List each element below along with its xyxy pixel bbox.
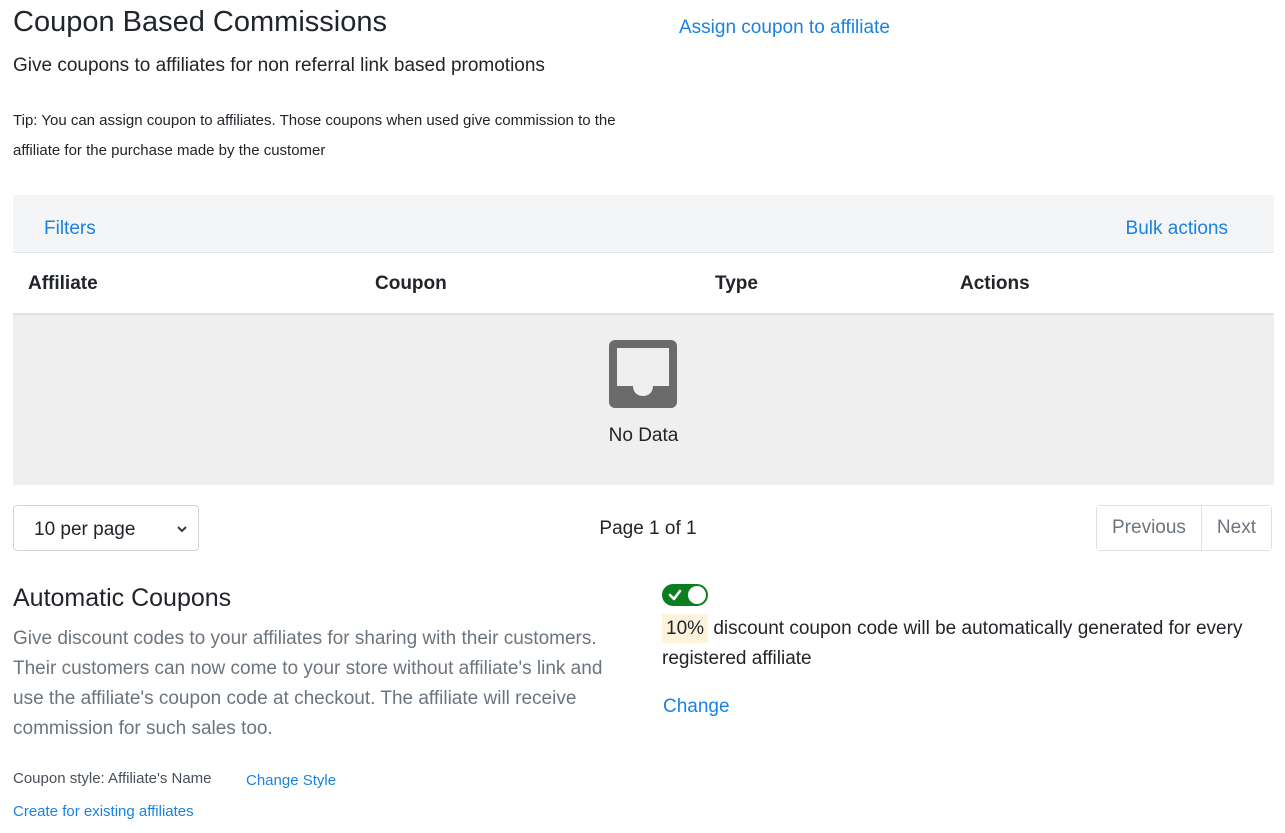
bulk-actions-link[interactable]: Bulk actions [1126,218,1228,240]
per-page-select[interactable]: 10 per page [13,505,199,551]
assign-coupon-link[interactable]: Assign coupon to affiliate [679,17,890,39]
page-title: Coupon Based Commissions [13,6,387,38]
pagination-controls: Previous Next [1096,505,1272,551]
empty-state: No Data [13,315,1274,485]
per-page-value: 10 per page [34,519,136,540]
tip-text: Tip: You can assign coupon to affiliates… [13,112,616,159]
previous-button[interactable]: Previous [1097,506,1201,550]
change-discount-link[interactable]: Change [663,696,730,718]
inbox-icon [609,340,677,408]
table-header: Affiliate Coupon Type Actions [13,253,1274,315]
automatic-coupons-description: Give discount codes to your affiliates f… [13,628,603,739]
discount-text: discount coupon code will be automatical… [662,618,1243,669]
chevron-down-icon [177,526,187,533]
page-subtitle: Give coupons to affiliates for non refer… [13,55,545,76]
toggle-knob [688,586,706,604]
create-for-existing-link[interactable]: Create for existing affiliates [13,803,194,820]
column-header-actions: Actions [960,273,1030,294]
coupon-style-label: Coupon style: Affiliate's Name [13,770,212,787]
discount-description: 10% discount coupon code will be automat… [662,614,1262,674]
discount-value: 10% [662,614,709,643]
page-info: Page 1 of 1 [599,518,697,539]
table-toolbar: Filters Bulk actions [13,195,1274,253]
change-style-link[interactable]: Change Style [246,772,336,789]
automatic-coupons-title: Automatic Coupons [13,584,232,612]
check-icon [668,589,682,601]
automatic-coupons-toggle[interactable] [662,584,708,606]
column-header-affiliate[interactable]: Affiliate [28,273,98,295]
empty-state-text: No Data [608,425,679,446]
column-header-coupon[interactable]: Coupon [375,273,447,295]
next-button[interactable]: Next [1200,506,1271,550]
column-header-type[interactable]: Type [715,273,758,295]
filters-link[interactable]: Filters [44,218,96,240]
